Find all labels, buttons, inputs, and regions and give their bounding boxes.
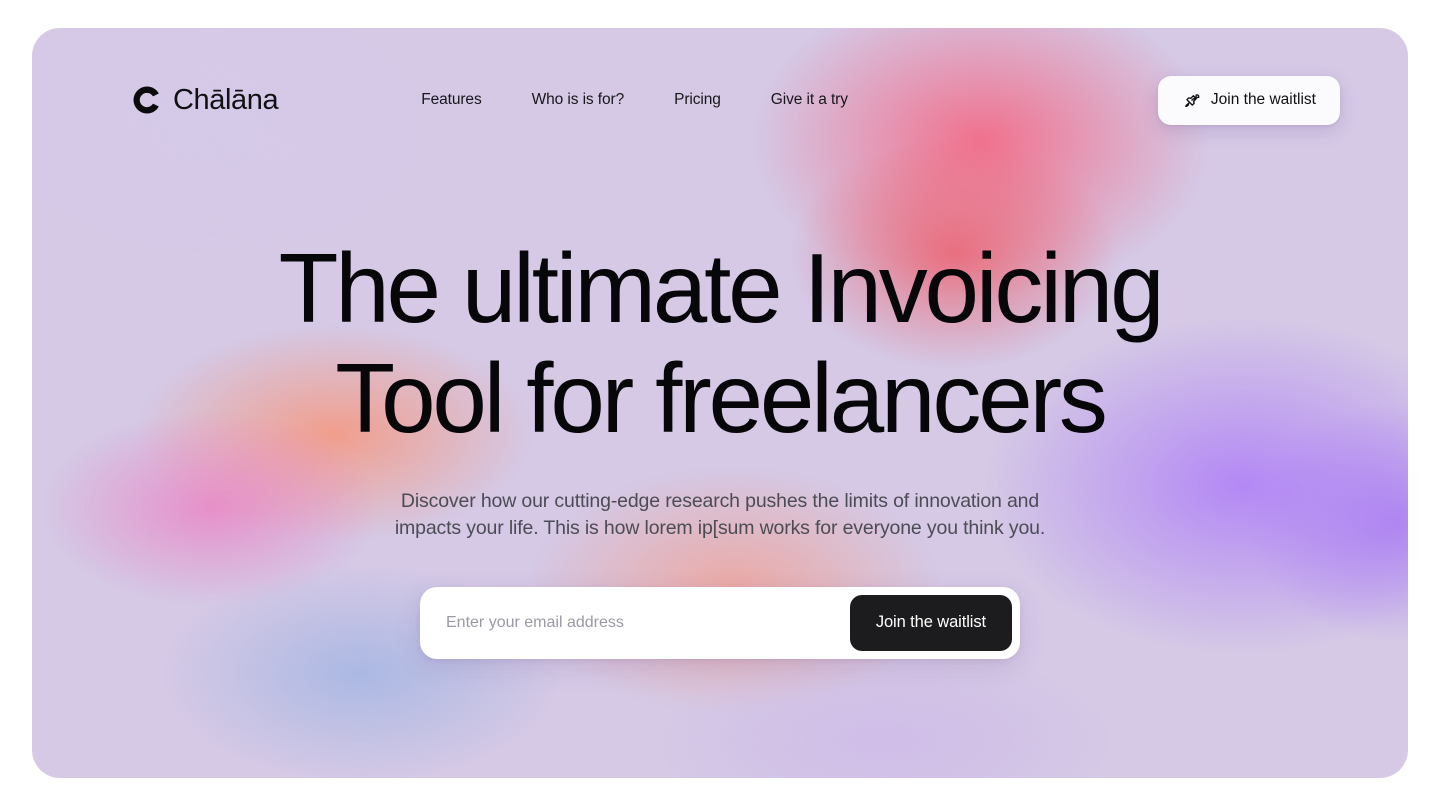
nav-link-who-is-it-for[interactable]: Who is is for?: [532, 91, 625, 109]
brand-name: Chālāna: [173, 83, 279, 116]
hero-card: Chālāna Features Who is is for? Pricing …: [32, 28, 1408, 778]
subtitle-line-2: impacts your life. This is how lorem ip[…: [394, 517, 1046, 540]
nav-join-waitlist-button[interactable]: Join the waitlist: [1157, 75, 1340, 125]
nav-link-give-it-a-try[interactable]: Give it a try: [771, 91, 848, 109]
nav-link-features[interactable]: Features: [421, 91, 481, 109]
nav-link-pricing[interactable]: Pricing: [674, 91, 721, 109]
nav-links: Features Who is is for? Pricing Give it …: [421, 91, 848, 109]
submit-waitlist-button[interactable]: Join the waitlist: [849, 594, 1012, 651]
email-input[interactable]: [420, 594, 850, 651]
waitlist-signup-form: Join the waitlist: [420, 586, 1020, 659]
page-title: The ultimate Invoicing Tool for freelanc…: [72, 233, 1368, 454]
headline-line-2: Tool for freelancers: [335, 342, 1108, 453]
brand-logo[interactable]: Chālāna: [132, 83, 279, 117]
nav-join-waitlist-label: Join the waitlist: [1210, 91, 1316, 108]
main-navigation: Chālāna Features Who is is for? Pricing …: [32, 72, 1408, 128]
subtitle-line-1: Discover how our cutting-edge research p…: [400, 489, 1040, 512]
headline-line-1: The ultimate Invoicing: [278, 233, 1165, 343]
chalana-c-logo-icon: [132, 85, 162, 115]
rocket-icon: [1182, 91, 1201, 110]
hero-subtitle: Discover how our cutting-edge research p…: [72, 488, 1368, 543]
hero-content: The ultimate Invoicing Tool for freelanc…: [32, 233, 1408, 659]
